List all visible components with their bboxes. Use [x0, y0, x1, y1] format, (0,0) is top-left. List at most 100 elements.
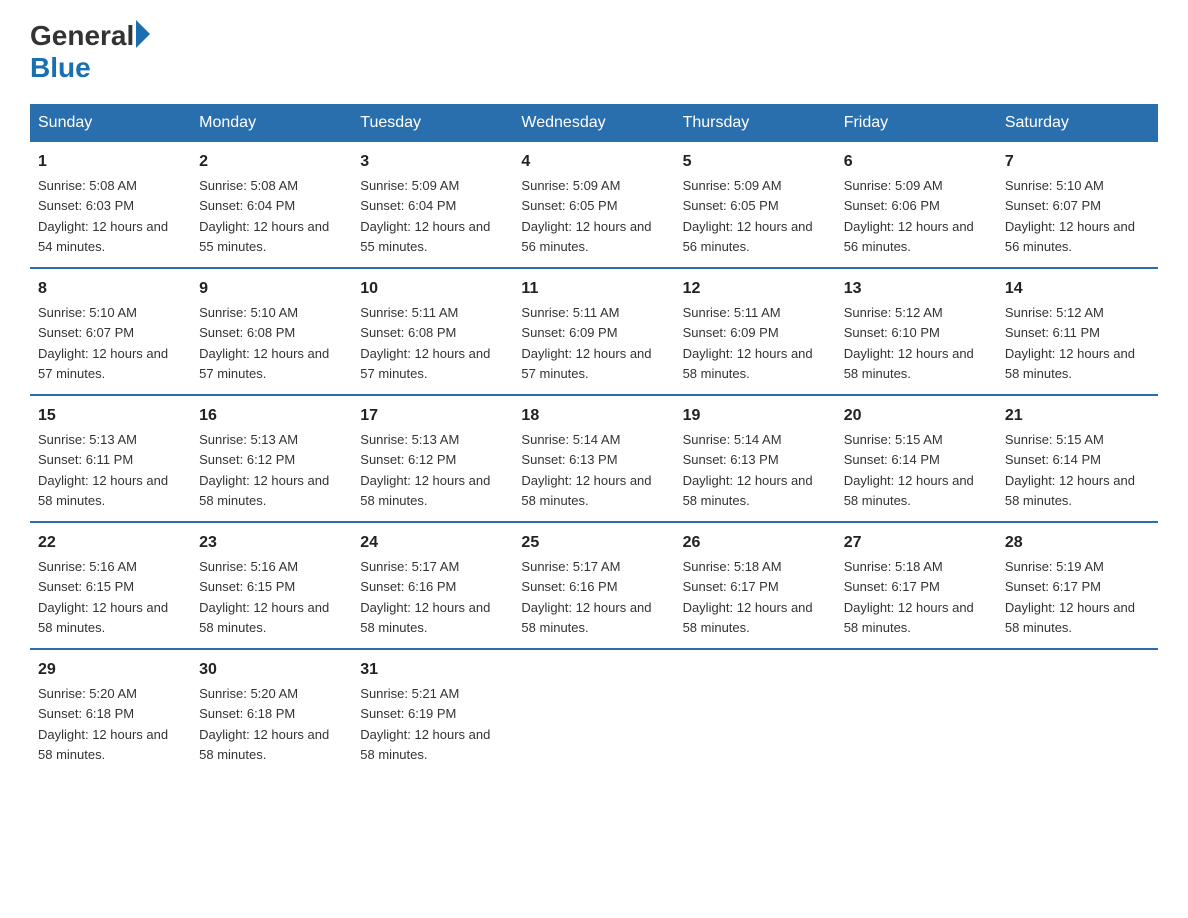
- calendar-cell: 21 Sunrise: 5:15 AMSunset: 6:14 PMDayligh…: [997, 395, 1158, 522]
- day-number: 4: [521, 150, 666, 174]
- header-wednesday: Wednesday: [513, 104, 674, 142]
- day-number: 2: [199, 150, 344, 174]
- day-info: Sunrise: 5:16 AMSunset: 6:15 PMDaylight:…: [199, 559, 329, 635]
- day-number: 11: [521, 277, 666, 301]
- day-number: 5: [683, 150, 828, 174]
- day-info: Sunrise: 5:18 AMSunset: 6:17 PMDaylight:…: [844, 559, 974, 635]
- day-number: 9: [199, 277, 344, 301]
- header-saturday: Saturday: [997, 104, 1158, 142]
- calendar-cell: 19 Sunrise: 5:14 AMSunset: 6:13 PMDayligh…: [675, 395, 836, 522]
- day-info: Sunrise: 5:11 AMSunset: 6:09 PMDaylight:…: [521, 305, 651, 381]
- calendar-cell: 15 Sunrise: 5:13 AMSunset: 6:11 PMDayligh…: [30, 395, 191, 522]
- logo-triangle-icon: [136, 20, 150, 48]
- day-info: Sunrise: 5:19 AMSunset: 6:17 PMDaylight:…: [1005, 559, 1135, 635]
- day-number: 22: [38, 531, 183, 555]
- day-info: Sunrise: 5:16 AMSunset: 6:15 PMDaylight:…: [38, 559, 168, 635]
- week-row-1: 1 Sunrise: 5:08 AMSunset: 6:03 PMDaylight…: [30, 142, 1158, 268]
- calendar-table: SundayMondayTuesdayWednesdayThursdayFrid…: [30, 104, 1158, 775]
- calendar-cell: 7 Sunrise: 5:10 AMSunset: 6:07 PMDaylight…: [997, 142, 1158, 268]
- day-info: Sunrise: 5:09 AMSunset: 6:05 PMDaylight:…: [521, 178, 651, 254]
- day-info: Sunrise: 5:13 AMSunset: 6:11 PMDaylight:…: [38, 432, 168, 508]
- day-number: 18: [521, 404, 666, 428]
- day-number: 17: [360, 404, 505, 428]
- logo-blue-text: Blue: [30, 52, 91, 84]
- day-info: Sunrise: 5:10 AMSunset: 6:08 PMDaylight:…: [199, 305, 329, 381]
- calendar-cell: 1 Sunrise: 5:08 AMSunset: 6:03 PMDaylight…: [30, 142, 191, 268]
- calendar-cell: 27 Sunrise: 5:18 AMSunset: 6:17 PMDayligh…: [836, 522, 997, 649]
- header-friday: Friday: [836, 104, 997, 142]
- day-number: 25: [521, 531, 666, 555]
- day-info: Sunrise: 5:14 AMSunset: 6:13 PMDaylight:…: [683, 432, 813, 508]
- calendar-cell: 12Sunrise: 5:11 AMSunset: 6:09 PMDayligh…: [675, 268, 836, 395]
- day-info: Sunrise: 5:09 AMSunset: 6:05 PMDaylight:…: [683, 178, 813, 254]
- header-tuesday: Tuesday: [352, 104, 513, 142]
- day-number: 29: [38, 658, 183, 682]
- day-info: Sunrise: 5:08 AMSunset: 6:04 PMDaylight:…: [199, 178, 329, 254]
- day-number: 10: [360, 277, 505, 301]
- day-number: 19: [683, 404, 828, 428]
- calendar-cell: 30Sunrise: 5:20 AMSunset: 6:18 PMDayligh…: [191, 649, 352, 775]
- calendar-cell: 10 Sunrise: 5:11 AMSunset: 6:08 PMDayligh…: [352, 268, 513, 395]
- week-row-4: 22 Sunrise: 5:16 AMSunset: 6:15 PMDayligh…: [30, 522, 1158, 649]
- calendar-cell: 26 Sunrise: 5:18 AMSunset: 6:17 PMDayligh…: [675, 522, 836, 649]
- day-number: 8: [38, 277, 183, 301]
- header-row: SundayMondayTuesdayWednesdayThursdayFrid…: [30, 104, 1158, 142]
- logo: General Blue: [30, 20, 150, 84]
- week-row-3: 15 Sunrise: 5:13 AMSunset: 6:11 PMDayligh…: [30, 395, 1158, 522]
- calendar-cell: 11 Sunrise: 5:11 AMSunset: 6:09 PMDayligh…: [513, 268, 674, 395]
- day-info: Sunrise: 5:10 AMSunset: 6:07 PMDaylight:…: [38, 305, 168, 381]
- day-number: 14: [1005, 277, 1150, 301]
- day-info: Sunrise: 5:09 AMSunset: 6:06 PMDaylight:…: [844, 178, 974, 254]
- day-info: Sunrise: 5:21 AMSunset: 6:19 PMDaylight:…: [360, 686, 490, 762]
- day-info: Sunrise: 5:15 AMSunset: 6:14 PMDaylight:…: [844, 432, 974, 508]
- day-number: 20: [844, 404, 989, 428]
- calendar-cell: 3 Sunrise: 5:09 AMSunset: 6:04 PMDaylight…: [352, 142, 513, 268]
- calendar-cell: 9 Sunrise: 5:10 AMSunset: 6:08 PMDaylight…: [191, 268, 352, 395]
- day-info: Sunrise: 5:12 AMSunset: 6:10 PMDaylight:…: [844, 305, 974, 381]
- calendar-cell: [836, 649, 997, 775]
- calendar-cell: [513, 649, 674, 775]
- day-number: 28: [1005, 531, 1150, 555]
- calendar-cell: 17Sunrise: 5:13 AMSunset: 6:12 PMDayligh…: [352, 395, 513, 522]
- day-info: Sunrise: 5:11 AMSunset: 6:08 PMDaylight:…: [360, 305, 490, 381]
- calendar-cell: 4 Sunrise: 5:09 AMSunset: 6:05 PMDaylight…: [513, 142, 674, 268]
- calendar-cell: [675, 649, 836, 775]
- day-info: Sunrise: 5:08 AMSunset: 6:03 PMDaylight:…: [38, 178, 168, 254]
- day-info: Sunrise: 5:15 AMSunset: 6:14 PMDaylight:…: [1005, 432, 1135, 508]
- calendar-cell: 24Sunrise: 5:17 AMSunset: 6:16 PMDayligh…: [352, 522, 513, 649]
- calendar-cell: 8 Sunrise: 5:10 AMSunset: 6:07 PMDaylight…: [30, 268, 191, 395]
- calendar-cell: [997, 649, 1158, 775]
- day-number: 21: [1005, 404, 1150, 428]
- day-number: 12: [683, 277, 828, 301]
- day-info: Sunrise: 5:17 AMSunset: 6:16 PMDaylight:…: [521, 559, 651, 635]
- day-number: 27: [844, 531, 989, 555]
- day-number: 30: [199, 658, 344, 682]
- week-row-5: 29 Sunrise: 5:20 AMSunset: 6:18 PMDayligh…: [30, 649, 1158, 775]
- calendar-cell: 31Sunrise: 5:21 AMSunset: 6:19 PMDayligh…: [352, 649, 513, 775]
- day-number: 15: [38, 404, 183, 428]
- day-info: Sunrise: 5:13 AMSunset: 6:12 PMDaylight:…: [199, 432, 329, 508]
- calendar-cell: 25 Sunrise: 5:17 AMSunset: 6:16 PMDayligh…: [513, 522, 674, 649]
- calendar-cell: 18Sunrise: 5:14 AMSunset: 6:13 PMDayligh…: [513, 395, 674, 522]
- day-number: 7: [1005, 150, 1150, 174]
- day-number: 24: [360, 531, 505, 555]
- calendar-cell: 22 Sunrise: 5:16 AMSunset: 6:15 PMDayligh…: [30, 522, 191, 649]
- day-number: 26: [683, 531, 828, 555]
- header-sunday: Sunday: [30, 104, 191, 142]
- day-number: 23: [199, 531, 344, 555]
- calendar-cell: 28 Sunrise: 5:19 AMSunset: 6:17 PMDayligh…: [997, 522, 1158, 649]
- calendar-cell: 13Sunrise: 5:12 AMSunset: 6:10 PMDayligh…: [836, 268, 997, 395]
- day-number: 1: [38, 150, 183, 174]
- day-number: 6: [844, 150, 989, 174]
- day-info: Sunrise: 5:09 AMSunset: 6:04 PMDaylight:…: [360, 178, 490, 254]
- calendar-cell: 5 Sunrise: 5:09 AMSunset: 6:05 PMDaylight…: [675, 142, 836, 268]
- calendar-cell: 20 Sunrise: 5:15 AMSunset: 6:14 PMDayligh…: [836, 395, 997, 522]
- day-info: Sunrise: 5:20 AMSunset: 6:18 PMDaylight:…: [38, 686, 168, 762]
- calendar-cell: 29 Sunrise: 5:20 AMSunset: 6:18 PMDayligh…: [30, 649, 191, 775]
- day-info: Sunrise: 5:10 AMSunset: 6:07 PMDaylight:…: [1005, 178, 1135, 254]
- day-number: 3: [360, 150, 505, 174]
- day-info: Sunrise: 5:12 AMSunset: 6:11 PMDaylight:…: [1005, 305, 1135, 381]
- header-monday: Monday: [191, 104, 352, 142]
- day-info: Sunrise: 5:18 AMSunset: 6:17 PMDaylight:…: [683, 559, 813, 635]
- calendar-cell: 2 Sunrise: 5:08 AMSunset: 6:04 PMDaylight…: [191, 142, 352, 268]
